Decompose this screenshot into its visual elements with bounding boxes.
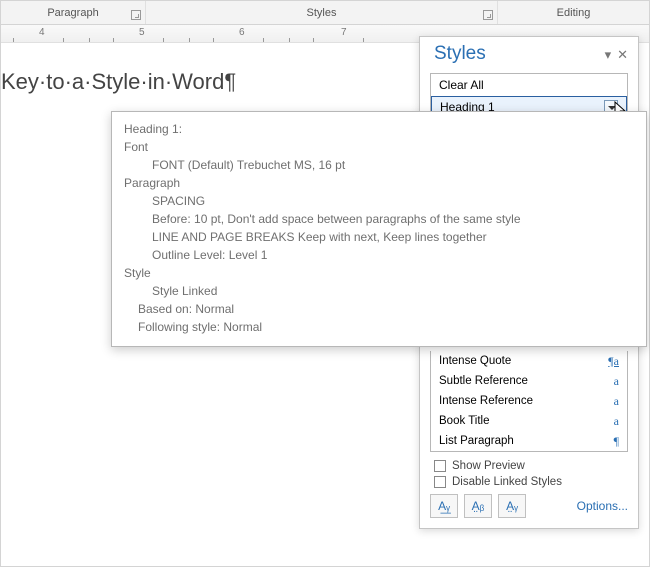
paragraph-launcher-icon[interactable] [131,10,141,20]
styles-group-label: Styles [307,7,337,19]
style-glyph-icon: a [614,414,619,429]
style-item-label: Intense Reference [439,395,533,407]
ruler-mark: 7 [341,27,347,38]
style-glyph-icon: a [614,394,619,409]
editing-group-label: Editing [557,7,591,19]
tooltip-line: SPACING [124,192,634,210]
checkbox-icon[interactable] [434,476,446,488]
tooltip-line: Font [124,138,634,156]
tooltip-line: LINE AND PAGE BREAKS Keep with next, Kee… [124,228,634,246]
manage-styles-button[interactable]: A̤ᵧ [498,494,526,518]
style-inspector-button[interactable]: A̤ᵦ [464,494,492,518]
pane-title-text: Styles [434,43,486,65]
style-item-list-paragraph[interactable]: List Paragraph ¶ [431,431,627,451]
tooltip-line: Style Linked [124,282,634,300]
options-link[interactable]: Options... [577,499,628,513]
styles-launcher-icon[interactable] [483,10,493,20]
style-item-intense-quote[interactable]: Intense Quote ¶a [431,351,627,371]
checkbox-label: Show Preview [452,460,525,472]
style-glyph-icon: ¶ [614,434,619,449]
pane-footer-buttons: A͟ᵧ A̤ᵦ A̤ᵧ Options... [430,494,628,518]
paragraph-group-label: Paragraph [47,7,98,19]
group-paragraph: Paragraph [1,1,146,24]
pane-titlebar[interactable]: Styles ▾ ✕ [420,37,638,69]
document-text-line[interactable]: Key·to·a·Style·in·Word¶ [1,69,236,95]
style-item-label: Clear All [439,78,484,92]
ruler-mark: 5 [139,27,145,38]
tooltip-line: Based on: Normal [124,300,634,318]
disable-linked-checkbox[interactable]: Disable Linked Styles [434,476,624,488]
tooltip-line: Style [124,264,634,282]
pane-dropdown-icon[interactable]: ▾ [605,48,612,61]
ruler-mark: 4 [39,27,45,38]
style-item-label: List Paragraph [439,435,514,447]
style-item-book-title[interactable]: Book Title a [431,411,627,431]
pane-close-icon[interactable]: ✕ [617,48,628,61]
ruler-mark: 6 [239,27,245,38]
show-preview-checkbox[interactable]: Show Preview [434,460,624,472]
style-item-label: Subtle Reference [439,375,528,387]
style-list-bottom[interactable]: Intense Quote ¶a Subtle Reference a Inte… [430,351,628,452]
group-styles: Styles [146,1,498,24]
style-item-label: Intense Quote [439,355,511,367]
style-glyph-icon: ¶a [608,354,619,369]
style-item-subtle-reference[interactable]: Subtle Reference a [431,371,627,391]
checkbox-icon[interactable] [434,460,446,472]
style-item-label: Book Title [439,415,490,427]
new-style-button[interactable]: A͟ᵧ [430,494,458,518]
tooltip-line: Heading 1: [124,120,634,138]
style-description-tooltip: Heading 1: Font FONT (Default) Trebuchet… [111,111,647,347]
tooltip-line: Paragraph [124,174,634,192]
style-item-clear-all[interactable]: Clear All [431,74,627,96]
group-editing: Editing [498,1,649,24]
checkbox-label: Disable Linked Styles [452,476,562,488]
tooltip-line: Outline Level: Level 1 [124,246,634,264]
tooltip-line: FONT (Default) Trebuchet MS, 16 pt [124,156,634,174]
pane-options: Show Preview Disable Linked Styles [434,460,624,488]
ribbon-group-labels: Paragraph Styles Editing [1,1,649,25]
tooltip-line: Following style: Normal [124,318,634,336]
tooltip-line: Before: 10 pt, Don't add space between p… [124,210,634,228]
style-glyph-icon: a [614,374,619,389]
style-item-intense-reference[interactable]: Intense Reference a [431,391,627,411]
